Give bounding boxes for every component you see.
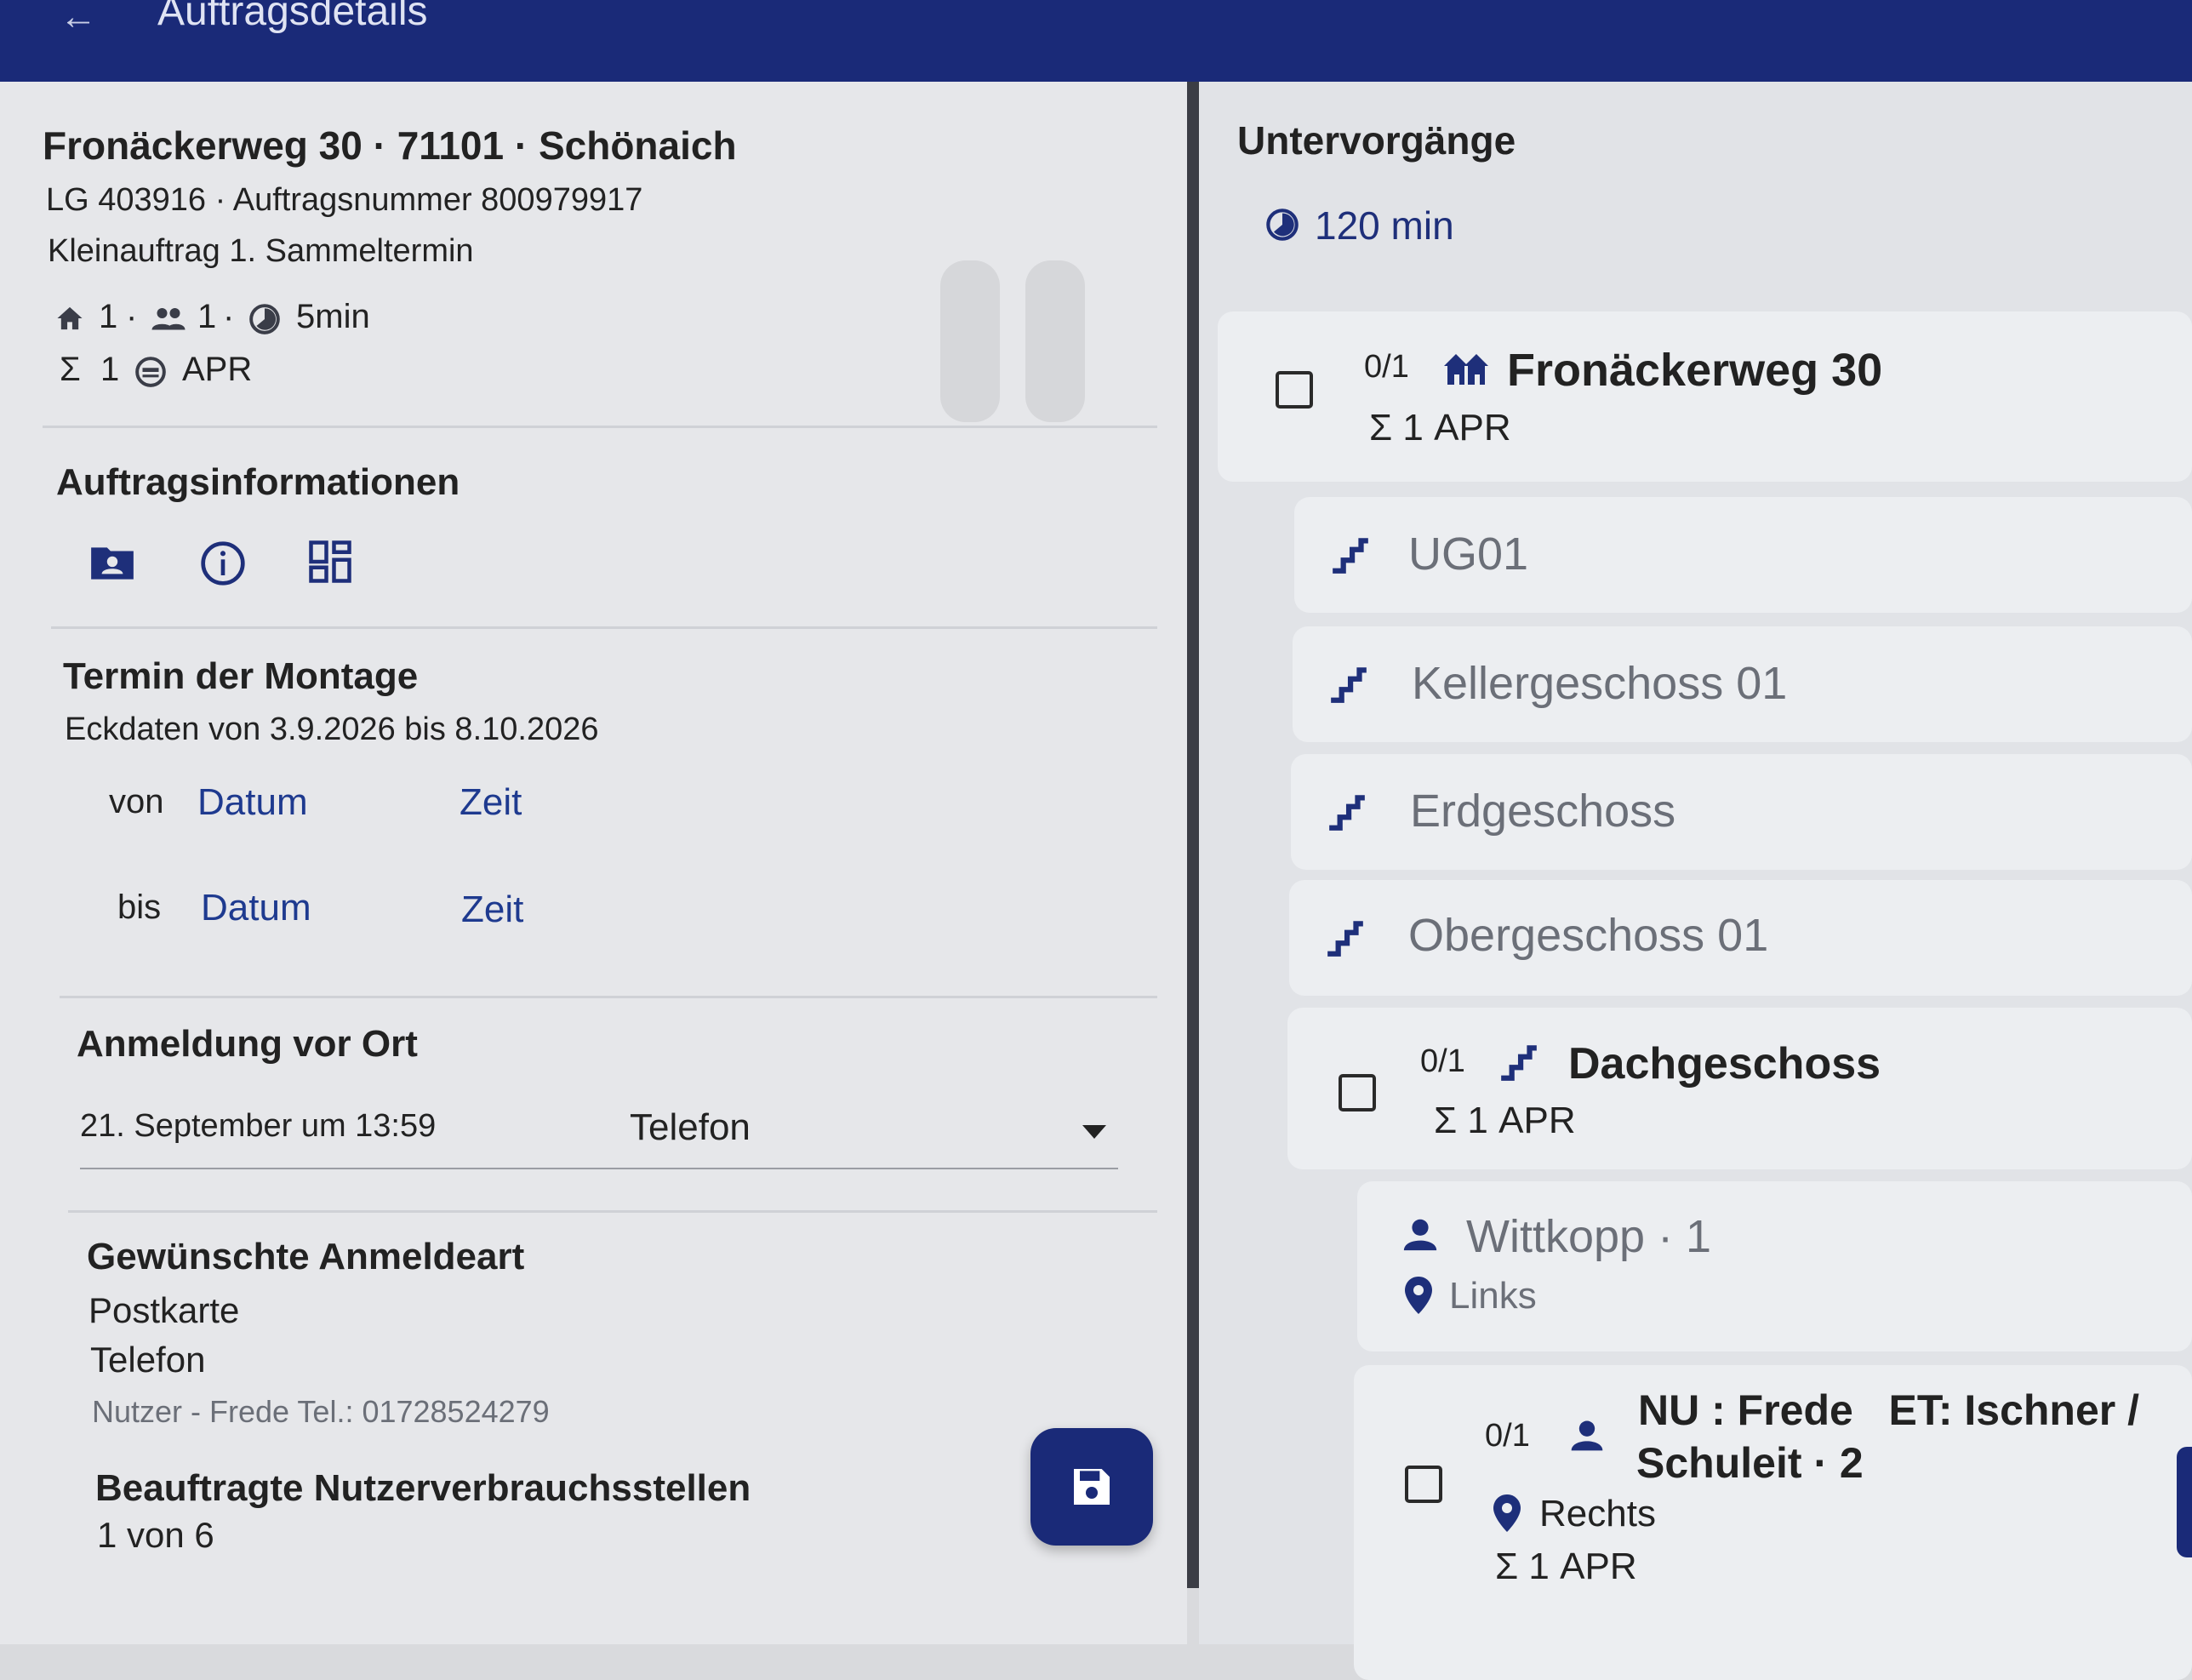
- building-sum: Σ 1 APR: [1369, 407, 1511, 449]
- stairs-icon: [1325, 660, 1373, 708]
- nu-sum: Σ 1 APR: [1495, 1546, 1637, 1587]
- bis-date-picker[interactable]: Datum: [201, 887, 311, 929]
- people-icon: [150, 301, 187, 335]
- save-icon: [1074, 1469, 1110, 1505]
- dachgeschoss-sum: Σ 1 APR: [1434, 1100, 1576, 1141]
- wittkopp-location: Links: [1449, 1275, 1537, 1317]
- beauftragte-value: 1 von 6: [97, 1515, 214, 1555]
- separator-dot: ·: [126, 298, 138, 335]
- panel-divider: [1187, 82, 1199, 1588]
- person-count: 1: [197, 298, 217, 335]
- floor-item[interactable]: Kellergeschoss 01: [1293, 626, 2192, 742]
- nu-count: 0/1: [1485, 1418, 1530, 1454]
- divider: [43, 426, 1157, 428]
- back-arrow-icon[interactable]: ←: [60, 0, 97, 36]
- dashboard-icon[interactable]: [303, 534, 357, 589]
- order-type: Kleinauftrag 1. Sammeltermin: [48, 233, 474, 269]
- bis-time-picker[interactable]: Zeit: [461, 889, 523, 931]
- save-button[interactable]: [1030, 1428, 1153, 1546]
- eckdaten-text: Eckdaten von 3.9.2026 bis 8.10.2026: [65, 711, 599, 747]
- divider: [68, 1210, 1157, 1213]
- nu-card[interactable]: 0/1 NU : Frede ET: Ischner / Schuleit · …: [1354, 1365, 2192, 1680]
- dachgeschoss-count: 0/1: [1420, 1043, 1465, 1079]
- beauftragte-heading: Beauftragte Nutzerverbrauchsstellen: [95, 1467, 751, 1509]
- buildings-icon: [1441, 346, 1492, 393]
- contact-info: Nutzer - Frede Tel.: 01728524279: [92, 1394, 550, 1429]
- duration: 5min: [296, 298, 370, 335]
- divider: [60, 996, 1157, 998]
- floor-name: Erdgeschoss: [1410, 786, 1676, 837]
- gewuenscht-heading: Gewünschte Anmeldeart: [87, 1236, 525, 1277]
- sum-icon: Σ: [60, 351, 81, 388]
- floor-name: Kellergeschoss 01: [1412, 658, 1788, 709]
- stairs-icon: [1323, 788, 1371, 836]
- anmeldung-datetime: 21. September um 13:59: [80, 1108, 437, 1144]
- dachgeschoss-name: Dachgeschoss: [1568, 1039, 1881, 1089]
- location-pin-icon: [1490, 1493, 1524, 1534]
- floor-item[interactable]: UG01: [1294, 497, 2192, 613]
- building-card[interactable]: 0/1 Fronäckerweg 30 Σ 1 APR: [1218, 311, 2192, 482]
- scroll-handle[interactable]: [2177, 1447, 2192, 1557]
- untervorgaenge-heading: Untervorgänge: [1237, 118, 1516, 163]
- building-name: Fronäckerweg 30: [1507, 345, 1883, 396]
- dropdown-arrow-icon[interactable]: [1077, 1122, 1111, 1142]
- sum-unit: APR: [182, 351, 253, 388]
- bis-label: bis: [117, 889, 162, 926]
- order-details-panel: Fronäckerweg 30 · 71101 · Schönaich LG 4…: [0, 82, 1187, 1644]
- floor-item[interactable]: Obergeschoss 01: [1289, 880, 2192, 996]
- anmeldung-method-select[interactable]: Telefon: [630, 1106, 751, 1149]
- anmeldeart-option: Telefon: [90, 1340, 206, 1380]
- stairs-icon: [1495, 1038, 1543, 1086]
- stairs-icon: [1327, 531, 1374, 579]
- contact-folder-icon[interactable]: [85, 538, 140, 589]
- floor-item[interactable]: Erdgeschoss: [1291, 754, 2192, 870]
- nu-location: Rechts: [1539, 1493, 1656, 1534]
- anmeldeart-option: Postkarte: [88, 1290, 240, 1330]
- building-checkbox[interactable]: [1276, 371, 1313, 409]
- von-date-picker[interactable]: Datum: [197, 781, 308, 824]
- dachgeschoss-card[interactable]: 0/1 Dachgeschoss Σ 1 APR: [1287, 1008, 2192, 1169]
- clock-icon: [1264, 206, 1301, 243]
- floor-name: UG01: [1408, 529, 1529, 580]
- person-icon: [1565, 1413, 1609, 1457]
- building-count: 0/1: [1364, 349, 1409, 385]
- select-underline: [80, 1168, 1118, 1169]
- floor-name: Obergeschoss 01: [1408, 910, 1769, 961]
- person-icon: [1398, 1212, 1442, 1256]
- nu-line1: NU : Frede ET: Ischner /: [1638, 1386, 2140, 1434]
- wittkopp-card[interactable]: Wittkopp · 1 Links: [1357, 1181, 2192, 1351]
- nu-line2: Schuleit · 2: [1636, 1439, 1864, 1487]
- location-pin-icon: [1401, 1275, 1436, 1316]
- von-time-picker[interactable]: Zeit: [460, 781, 522, 824]
- info-icon[interactable]: [196, 536, 250, 591]
- termin-heading: Termin der Montage: [63, 655, 419, 697]
- dachgeschoss-checkbox[interactable]: [1339, 1074, 1376, 1111]
- page-title: Auftragsdetails: [157, 0, 428, 34]
- von-label: von: [109, 783, 164, 820]
- separator-dot: ·: [223, 298, 235, 335]
- wittkopp-name: Wittkopp · 1: [1466, 1211, 1712, 1262]
- app-bar: ← Auftragsdetails: [0, 0, 2192, 82]
- decorative-illustration: [940, 260, 1085, 422]
- house-count: 1: [99, 298, 118, 335]
- sum-count: 1: [100, 351, 120, 388]
- total-duration: 120 min: [1315, 203, 1454, 248]
- divider: [51, 626, 1157, 629]
- order-address: Fronäckerweg 30 · 71101 · Schönaich: [43, 123, 737, 168]
- clock-icon: [247, 301, 283, 337]
- house-icon: [53, 301, 87, 335]
- meter-icon: [133, 354, 168, 390]
- auftragsinfo-heading: Auftragsinformationen: [56, 461, 460, 503]
- anmeldung-heading: Anmeldung vor Ort: [77, 1023, 418, 1065]
- stairs-icon: [1321, 914, 1369, 962]
- nu-checkbox[interactable]: [1405, 1466, 1442, 1503]
- untervorgaenge-panel: Untervorgänge 120 min 0/1 Fronäckerweg 3…: [1199, 82, 2192, 1680]
- order-ids: LG 403916 · Auftragsnummer 800979917: [46, 182, 643, 218]
